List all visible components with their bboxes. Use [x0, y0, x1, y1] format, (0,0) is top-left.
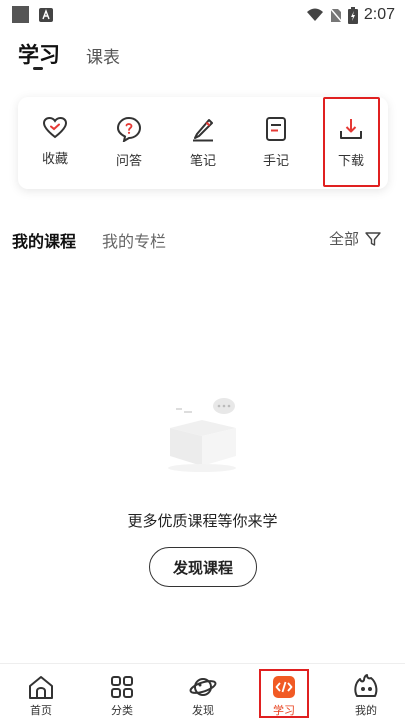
filter-label: 全部: [328, 230, 359, 248]
heart-check-icon: [42, 116, 68, 139]
tab-my-columns[interactable]: 我的专栏: [102, 228, 166, 252]
filter-all-button[interactable]: 全部: [329, 228, 381, 249]
favorites-button[interactable]: 收藏: [24, 97, 86, 189]
code-icon: [273, 676, 295, 698]
clock: 2:07: [363, 6, 395, 23]
notes-label: 笔记: [189, 154, 216, 169]
notes-button[interactable]: 笔记: [172, 97, 234, 189]
pencil-icon: [193, 119, 213, 142]
bottom-nav: 首页 分类 发现 学习 我的: [0, 663, 405, 720]
nav-study[interactable]: 学习: [254, 664, 314, 720]
nav-study-label: 学习: [273, 704, 295, 717]
download-label: 下载: [337, 154, 364, 169]
planet-icon: [189, 678, 217, 696]
home-icon: [29, 676, 53, 699]
favorites-label: 收藏: [41, 152, 68, 167]
a-badge-icon: [39, 8, 53, 22]
wifi-icon: [306, 8, 323, 21]
tab-schedule[interactable]: 课表: [86, 43, 120, 68]
tab-study[interactable]: 学习: [18, 39, 60, 69]
download-button[interactable]: 下载: [320, 97, 382, 189]
question-bubble-icon: [116, 116, 142, 142]
nav-discover-label: 发现: [192, 704, 214, 717]
download-icon: [340, 119, 362, 139]
nav-me-label: 我的: [355, 704, 377, 717]
empty-state-message: 更多优质课程等你来学: [127, 512, 278, 530]
nav-categories[interactable]: 分类: [92, 664, 152, 720]
status-bar: 2:07: [0, 0, 405, 30]
app-square-icon: [12, 6, 29, 23]
qa-button[interactable]: 问答: [98, 97, 160, 189]
discover-courses-button[interactable]: 发现课程: [149, 547, 257, 587]
battery-charging-icon: [347, 6, 358, 24]
tab-active-indicator: [33, 67, 43, 70]
empty-box-icon: [168, 398, 236, 472]
quick-actions-card: 收藏 问答 笔记 手记 下载: [18, 97, 388, 189]
filter-icon: [365, 231, 381, 246]
handwritten-notes-button[interactable]: 手记: [245, 97, 307, 189]
nav-me[interactable]: 我的: [336, 664, 396, 720]
document-icon: [266, 117, 286, 141]
qa-label: 问答: [115, 154, 142, 169]
nav-discover[interactable]: 发现: [173, 664, 233, 720]
nav-home[interactable]: 首页: [11, 664, 71, 720]
grid-icon: [111, 676, 133, 698]
no-sim-icon: [329, 7, 342, 23]
handwritten-notes-label: 手记: [262, 154, 289, 169]
tab-my-courses[interactable]: 我的课程: [12, 228, 76, 252]
nav-categories-label: 分类: [111, 704, 133, 717]
mascot-icon: [354, 674, 378, 697]
nav-home-label: 首页: [30, 704, 52, 717]
